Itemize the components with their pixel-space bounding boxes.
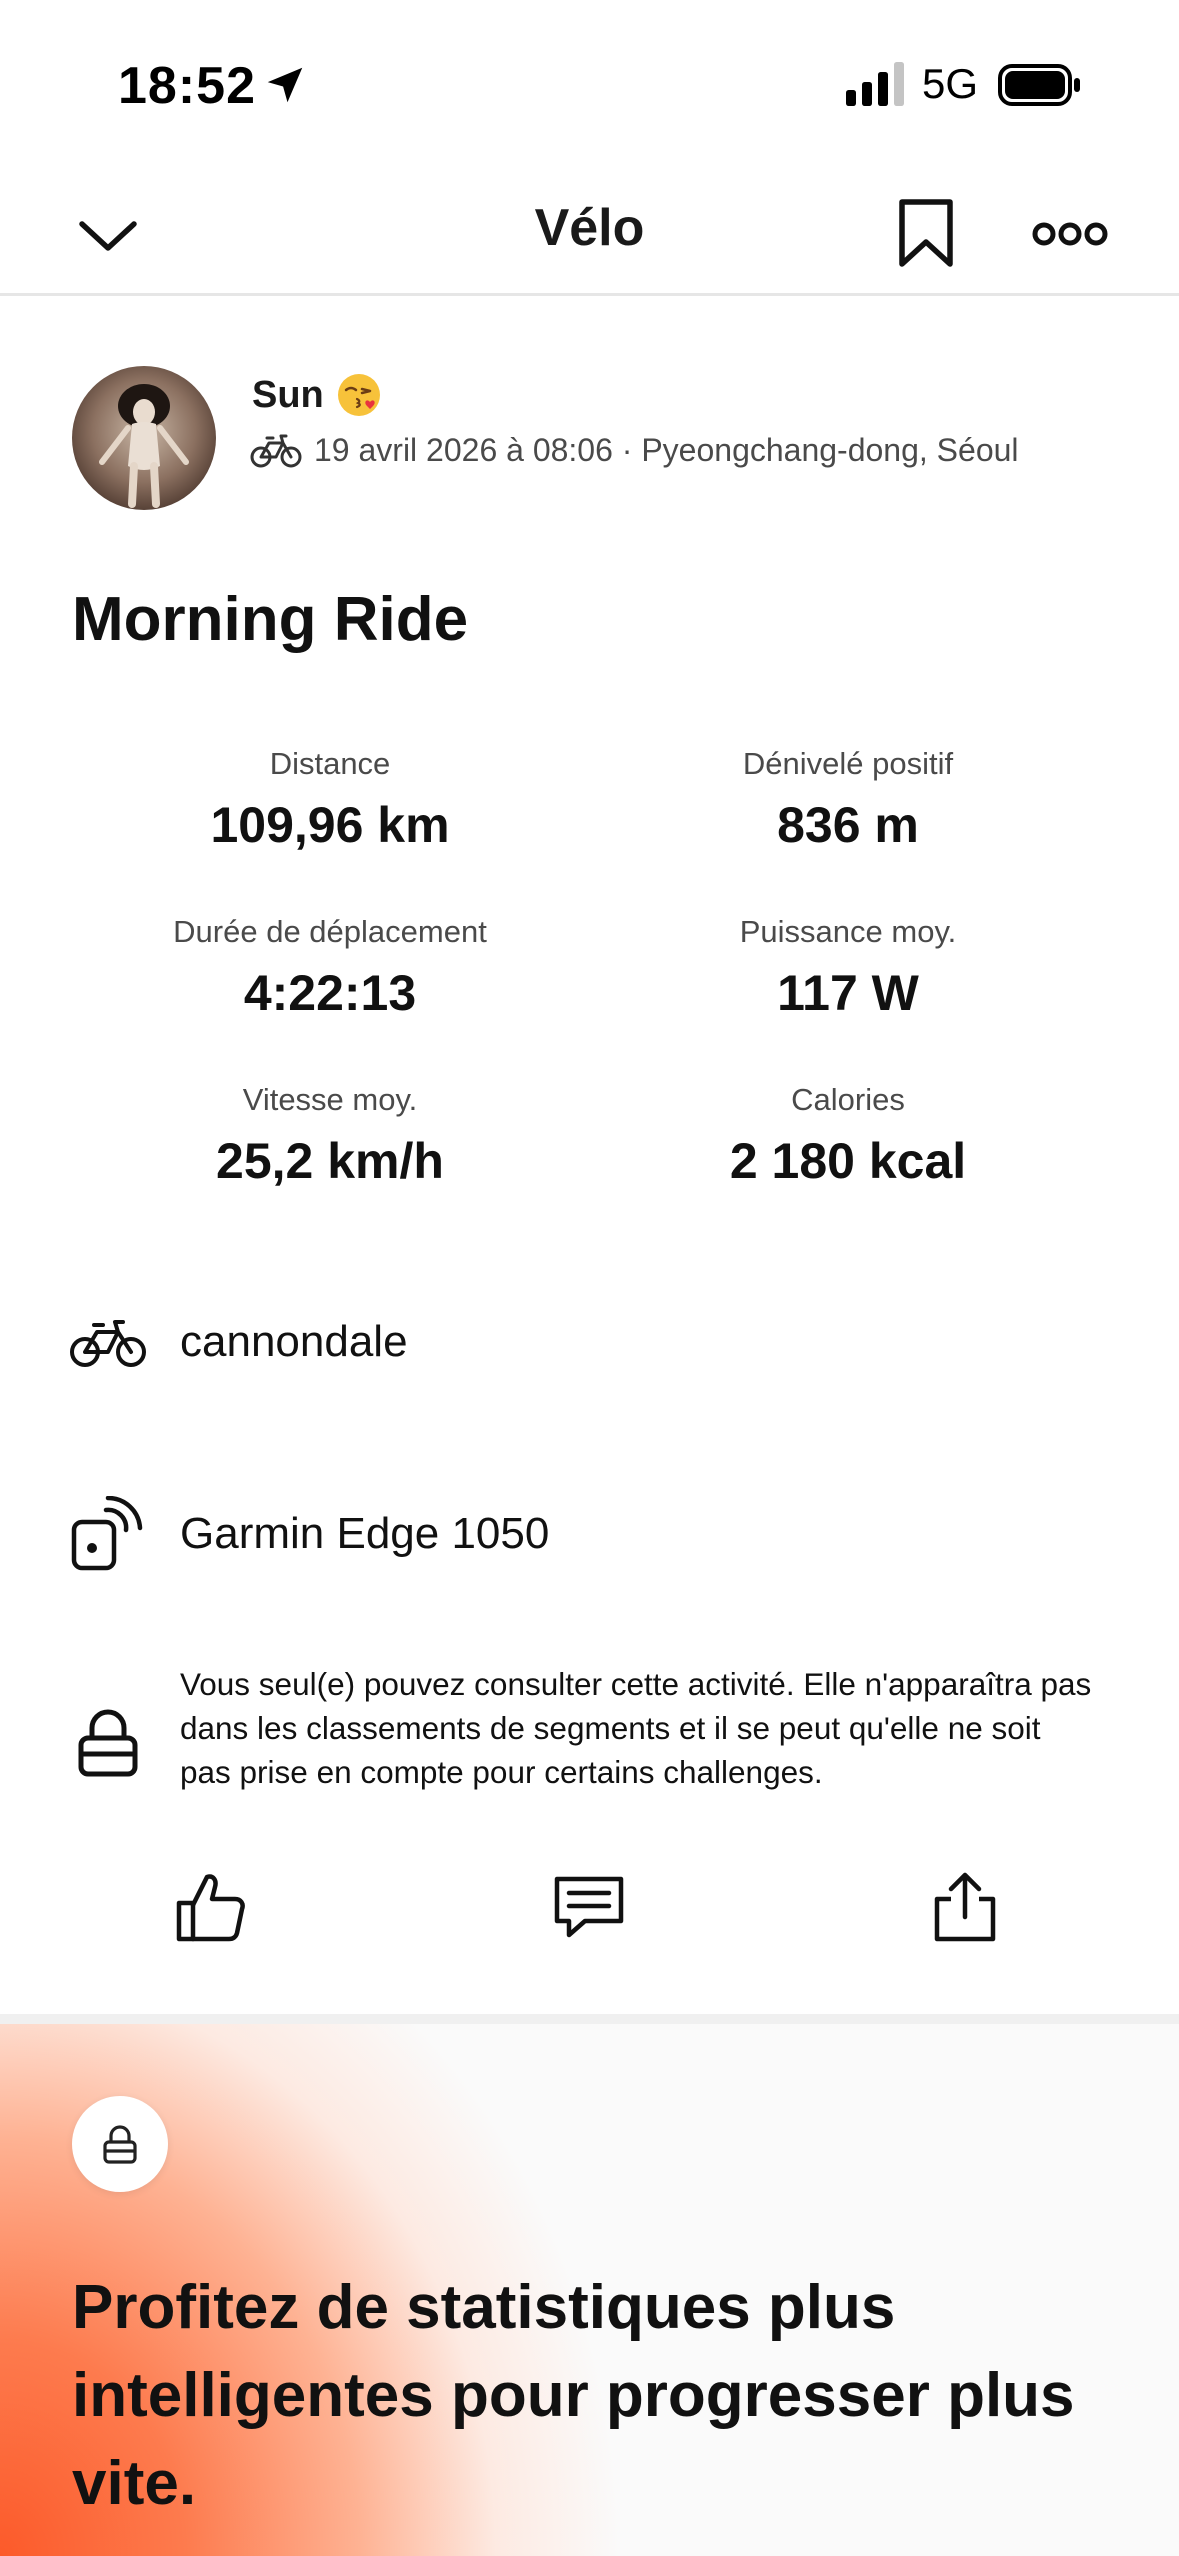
stat-moving-time: Durée de déplacement 4:22:13 xyxy=(70,914,590,1022)
status-time: 18:52 xyxy=(118,57,256,115)
signal-icon xyxy=(846,62,904,106)
gear-name: cannondale xyxy=(180,1317,408,1366)
stat-calories: Calories 2 180 kcal xyxy=(588,1082,1108,1190)
thumbs-up-icon xyxy=(176,1874,245,1942)
page-title: Vélo xyxy=(534,199,645,257)
privacy-note: Vous seul(e) pouvez consulter cette acti… xyxy=(70,1662,1110,1794)
privacy-note-text: Vous seul(e) pouvez consulter cette acti… xyxy=(180,1666,1092,1790)
lock-icon xyxy=(70,1696,146,1788)
stat-value: 109,96 km xyxy=(210,797,450,853)
share-button[interactable] xyxy=(920,1862,1010,1952)
stat-label: Distance xyxy=(269,746,391,781)
lock-icon xyxy=(103,2125,137,2164)
activity-title: Morning Ride xyxy=(72,585,469,654)
stat-label: Puissance moy. xyxy=(739,914,957,949)
kudos-button[interactable] xyxy=(166,1862,256,1952)
subscription-upsell-card[interactable]: Profitez de statistiques plus intelligen… xyxy=(0,2024,1179,2556)
avatar-image xyxy=(72,366,216,510)
nav-bar: Vélo xyxy=(0,170,1179,296)
network-type: 5G xyxy=(922,60,979,107)
more-button[interactable] xyxy=(1030,194,1110,274)
avatar[interactable] xyxy=(72,366,216,510)
stat-label: Dénivelé positif xyxy=(742,746,954,781)
stat-label: Calories xyxy=(791,1082,905,1117)
gear-row[interactable]: cannondale xyxy=(70,1304,408,1380)
activity-meta: 19 avril 2026 à 08:06 · Pyeongchang-dong… xyxy=(250,430,1019,470)
share-icon xyxy=(934,1872,996,1942)
stat-value: 4:22:13 xyxy=(243,965,417,1021)
stat-value: 836 m xyxy=(777,797,919,853)
status-bar: 18:52 5G xyxy=(0,0,1179,170)
comment-icon xyxy=(554,1876,624,1938)
battery-icon xyxy=(998,64,1080,106)
activity-page: 18:52 5G Vélo Sun 19 avril 2026 à 08:06 … xyxy=(0,0,1179,2556)
stat-label: Vitesse moy. xyxy=(242,1082,418,1117)
kiss-emoji-icon xyxy=(337,374,380,416)
bike-icon xyxy=(70,1304,146,1380)
stat-value: 2 180 kcal xyxy=(729,1133,967,1189)
section-divider xyxy=(0,2014,1179,2024)
comment-button[interactable] xyxy=(544,1862,634,1952)
device-name: Garmin Edge 1050 xyxy=(180,1509,550,1558)
stat-elevation: Dénivelé positif 836 m xyxy=(588,746,1108,854)
bookmark-button[interactable] xyxy=(886,188,966,278)
athlete-name-text: Sun xyxy=(252,373,324,416)
athlete-name[interactable]: Sun xyxy=(252,370,384,420)
stat-avg-power: Puissance moy. 117 W xyxy=(588,914,1108,1022)
upsell-heading: Profitez de statistiques plus intelligen… xyxy=(72,2273,1075,2518)
lock-badge xyxy=(72,2096,168,2192)
bike-icon xyxy=(250,434,302,468)
bookmark-icon xyxy=(899,199,953,267)
location-arrow-icon xyxy=(267,67,303,103)
stat-distance: Distance 109,96 km xyxy=(70,746,590,854)
stat-value: 25,2 km/h xyxy=(216,1133,444,1189)
stat-avg-speed: Vitesse moy. 25,2 km/h xyxy=(70,1082,590,1190)
device-icon xyxy=(70,1496,146,1572)
stat-value: 117 W xyxy=(777,965,919,1021)
stat-label: Durée de déplacement xyxy=(173,914,487,949)
activity-date-location: 19 avril 2026 à 08:06 · Pyeongchang-dong… xyxy=(314,431,1019,468)
more-icon xyxy=(1032,222,1108,246)
device-row[interactable]: Garmin Edge 1050 xyxy=(70,1496,549,1572)
